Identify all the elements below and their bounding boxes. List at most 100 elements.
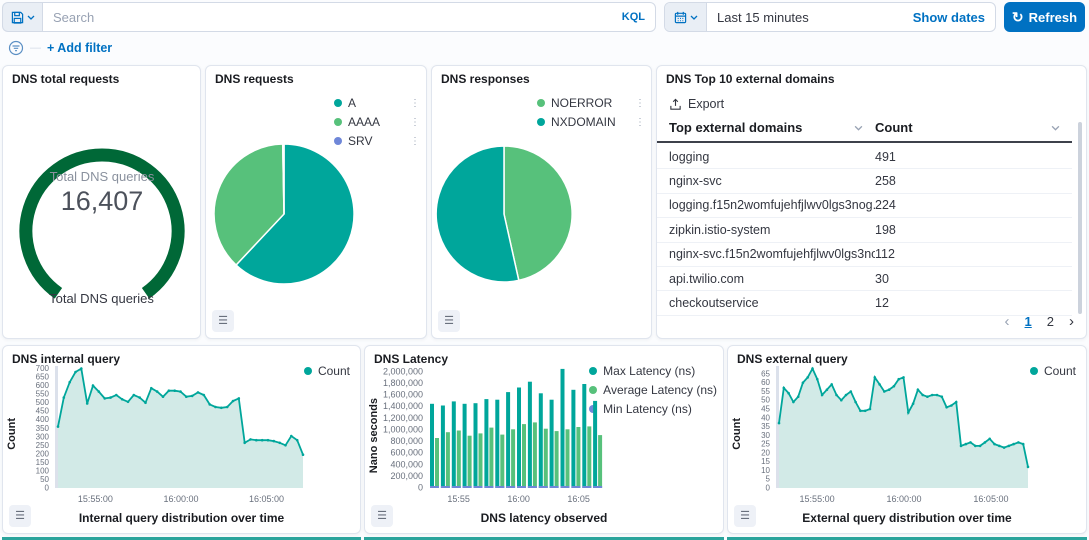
table-row[interactable]: nginx-svc258 (657, 169, 1072, 193)
count-cell: 198 (875, 223, 1072, 237)
svg-text:1,000,000: 1,000,000 (383, 424, 423, 434)
table-row[interactable]: logging.f15n2womfujehfjlwv0lgs3nog....22… (657, 194, 1072, 218)
svg-text:400: 400 (36, 415, 50, 424)
svg-text:0: 0 (45, 484, 50, 493)
show-dates-button[interactable]: Show dates (913, 10, 995, 25)
count-cell: 112 (875, 247, 1072, 261)
svg-text:16:05: 16:05 (567, 494, 590, 504)
table-row[interactable]: nginx-svc.f15n2womfujehfjlwv0lgs3no...11… (657, 243, 1072, 267)
area-chart[interactable]: 0510152025303540455055606515:55:0016:00:… (728, 346, 1088, 511)
domain-cell: logging (669, 150, 875, 164)
save-icon (11, 11, 24, 24)
domain-cell: nginx-svc.f15n2womfujehfjlwv0lgs3no... (669, 247, 875, 261)
export-button[interactable]: Export (669, 97, 724, 111)
svg-text:500: 500 (36, 398, 50, 407)
refresh-icon: ↻ (1012, 9, 1024, 26)
time-range-value[interactable]: Last 15 minutes (707, 10, 913, 25)
saved-query-menu-button[interactable] (2, 2, 42, 32)
panel-dns-requests: DNS requests A⋮AAAA⋮SRV⋮ ☰ (205, 65, 427, 339)
svg-text:15:55:00: 15:55:00 (800, 494, 835, 504)
chart-title: Internal query distribution over time (3, 511, 360, 525)
panel-title: DNS total requests (12, 72, 119, 86)
chevron-down-icon (27, 15, 35, 20)
svg-text:0: 0 (766, 484, 771, 493)
chart-title: External query distribution over time (728, 511, 1086, 525)
svg-text:5: 5 (766, 475, 771, 484)
svg-text:600,000: 600,000 (390, 448, 423, 458)
svg-text:35: 35 (761, 422, 770, 431)
svg-text:150: 150 (36, 458, 50, 467)
svg-text:700: 700 (36, 364, 50, 373)
svg-text:0: 0 (418, 483, 423, 493)
page-button-1[interactable]: 1 (1025, 314, 1032, 329)
panel-top-external-domains: DNS Top 10 external domains Export Top e… (656, 65, 1087, 339)
svg-text:1,600,000: 1,600,000 (383, 390, 423, 400)
area-chart[interactable]: 0501001502002503003504004505005506006507… (3, 346, 362, 511)
chart-title: DNS latency observed (365, 511, 723, 525)
legend-toggle-button[interactable]: ☰ (9, 505, 31, 527)
svg-text:650: 650 (36, 373, 50, 382)
filter-bar: — + Add filter (8, 39, 112, 57)
panel-title: DNS Top 10 external domains (666, 72, 835, 86)
page-button-2[interactable]: 2 (1047, 314, 1054, 329)
panel-dns-total-requests: DNS total requests Total DNS queries 16,… (2, 65, 201, 339)
pagination: ‹ 12 › (1005, 313, 1074, 330)
next-page-icon[interactable]: › (1069, 313, 1074, 330)
chevron-down-icon (690, 15, 698, 20)
svg-text:16:00:00: 16:00:00 (886, 494, 921, 504)
column-header-count[interactable]: Count (875, 120, 1072, 135)
search-input[interactable]: Search KQL (42, 2, 656, 32)
table-scrollbar[interactable] (1078, 122, 1082, 314)
column-header-domains[interactable]: Top external domains (669, 120, 875, 135)
export-icon (669, 98, 682, 111)
svg-text:100: 100 (36, 466, 50, 475)
kql-badge[interactable]: KQL (622, 11, 645, 23)
pie-chart[interactable] (206, 66, 428, 340)
svg-text:200: 200 (36, 449, 50, 458)
chevron-down-icon (854, 125, 863, 131)
svg-text:10: 10 (761, 466, 770, 475)
bar-chart[interactable]: 0200,000400,000600,000800,0001,000,0001,… (365, 346, 725, 511)
domain-cell: api.twilio.com (669, 272, 875, 286)
calendar-icon (674, 11, 687, 24)
svg-text:16:05:00: 16:05:00 (249, 494, 284, 504)
prev-page-icon[interactable]: ‹ (1005, 313, 1010, 330)
svg-text:350: 350 (36, 424, 50, 433)
svg-text:15:55:00: 15:55:00 (78, 494, 113, 504)
svg-text:800,000: 800,000 (390, 436, 423, 446)
svg-text:1,200,000: 1,200,000 (383, 413, 423, 423)
date-picker-menu-button[interactable] (665, 3, 707, 31)
legend-toggle-button[interactable]: ☰ (371, 505, 393, 527)
domain-cell: nginx-svc (669, 174, 875, 188)
svg-text:1,800,000: 1,800,000 (383, 378, 423, 388)
svg-text:20: 20 (761, 448, 770, 457)
table-body: logging491nginx-svc258logging.f15n2womfu… (657, 145, 1072, 316)
chevron-down-icon (1051, 125, 1060, 131)
svg-text:550: 550 (36, 390, 50, 399)
filter-icon[interactable] (8, 40, 24, 56)
count-cell: 491 (875, 150, 1072, 164)
search-bar: Search KQL (2, 2, 656, 32)
table-row[interactable]: zipkin.istio-system198 (657, 218, 1072, 242)
table-row[interactable]: api.twilio.com30 (657, 267, 1072, 291)
svg-text:16:05:00: 16:05:00 (973, 494, 1008, 504)
svg-text:Total DNS queries: Total DNS queries (50, 169, 155, 184)
count-cell: 30 (875, 272, 1072, 286)
table-row[interactable]: logging491 (657, 145, 1072, 169)
add-filter-button[interactable]: + Add filter (47, 41, 112, 55)
panel-dns-internal-query: DNS internal query Count Count 050100150… (2, 345, 361, 534)
svg-text:50: 50 (761, 396, 770, 405)
domain-cell: zipkin.istio-system (669, 223, 875, 237)
svg-text:2,000,000: 2,000,000 (383, 366, 423, 376)
panel-dns-responses: DNS responses NOERROR⋮NXDOMAIN⋮ ☰ (431, 65, 652, 339)
pie-chart[interactable] (432, 66, 653, 340)
gauge-label: Total DNS queries (3, 291, 200, 306)
legend-toggle-button[interactable]: ☰ (212, 310, 234, 332)
svg-text:30: 30 (761, 431, 770, 440)
legend-toggle-button[interactable]: ☰ (734, 505, 756, 527)
svg-text:300: 300 (36, 432, 50, 441)
legend-toggle-button[interactable]: ☰ (438, 310, 460, 332)
count-cell: 12 (875, 296, 1072, 310)
domain-cell: checkoutservice (669, 296, 875, 310)
refresh-button[interactable]: ↻ Refresh (1004, 2, 1085, 32)
